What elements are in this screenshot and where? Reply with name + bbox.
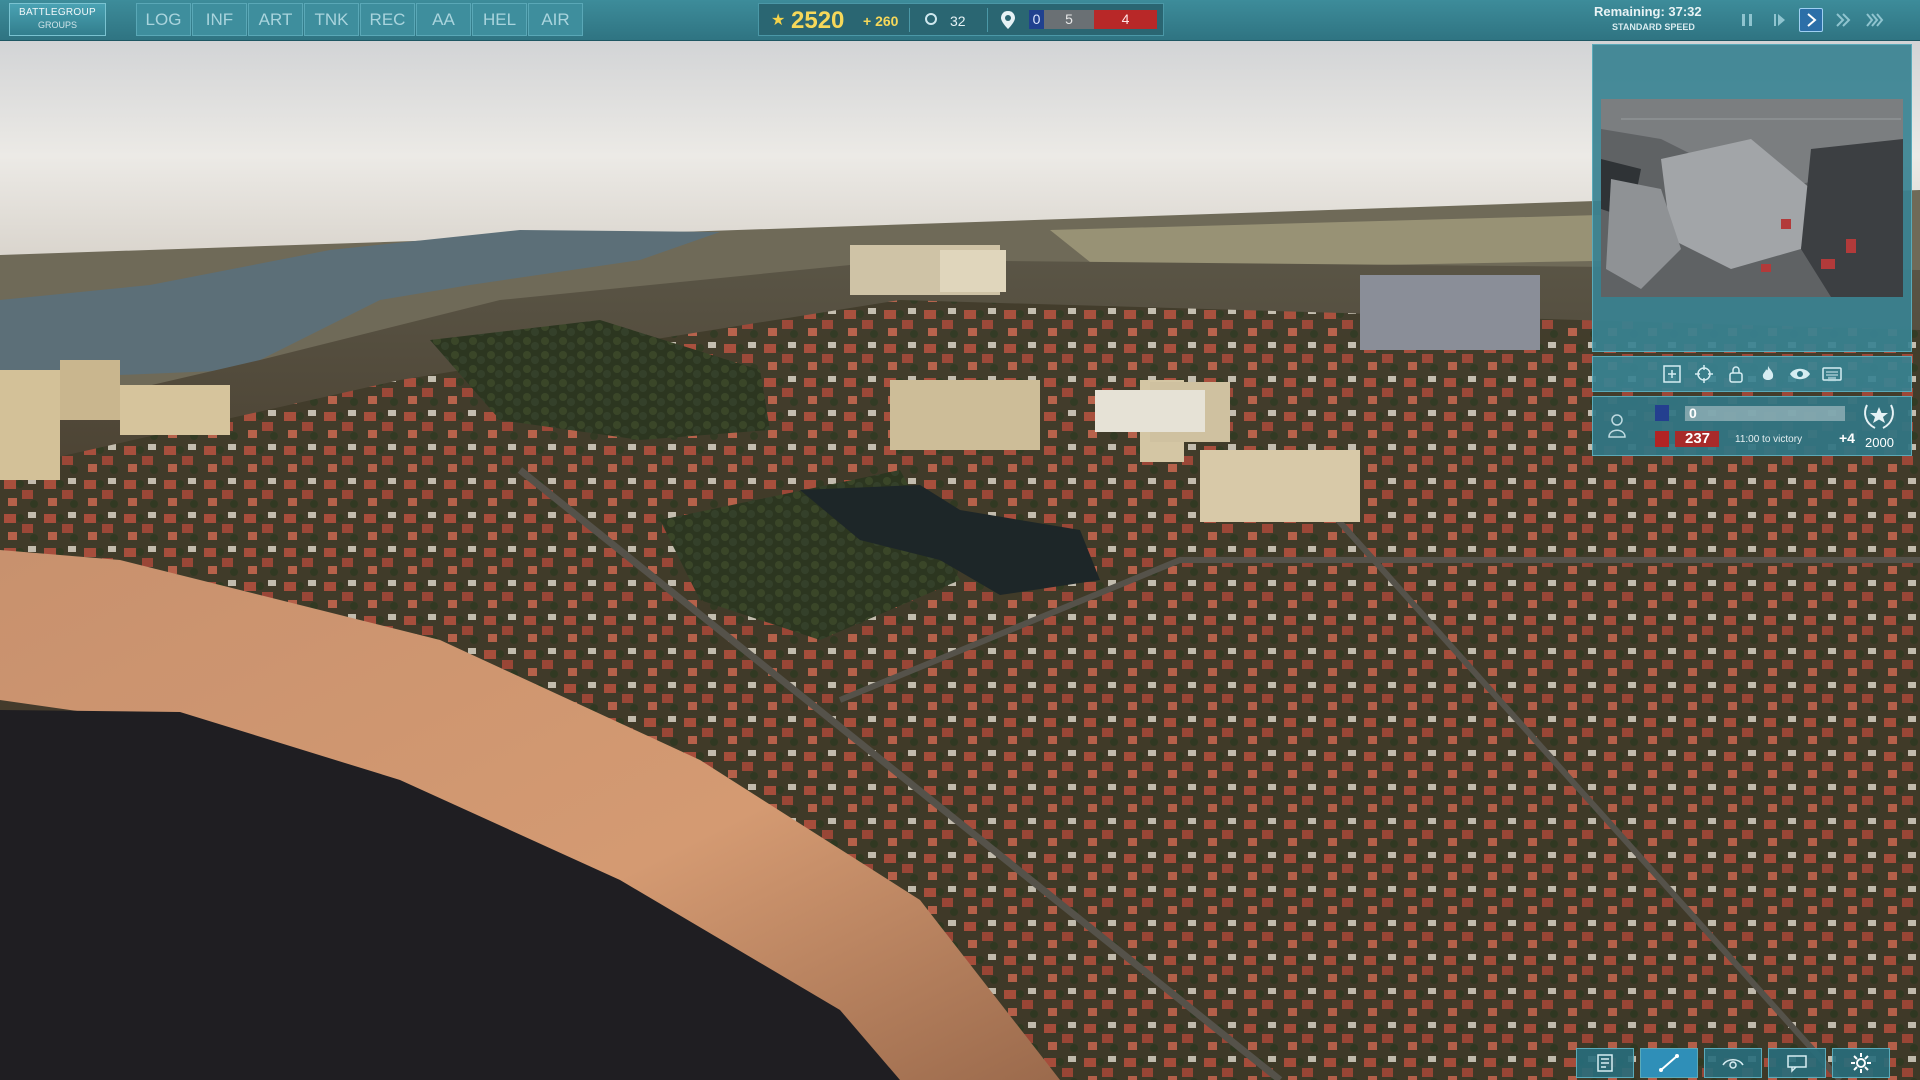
blue-victory-points: 0	[1689, 405, 1697, 421]
red-victory-points: 237	[1685, 430, 1711, 447]
command-points: 2520	[791, 7, 845, 34]
zoom-fit-icon[interactable]	[1661, 363, 1683, 385]
fast-icon[interactable]	[1831, 8, 1855, 32]
draw-line-icon[interactable]	[1640, 1048, 1698, 1078]
time-to-victory: 11:00 to victory	[1735, 434, 1803, 445]
step-icon[interactable]	[1767, 8, 1791, 32]
play-icon[interactable]	[1799, 8, 1823, 32]
timer-icon	[925, 13, 937, 25]
red-team-flag-icon	[1655, 431, 1669, 447]
victory-panel: 0 237 11:00 to victory +4 2000	[1592, 396, 1912, 456]
chat-icon[interactable]	[1768, 1048, 1826, 1078]
filter-aa[interactable]: AA	[416, 3, 471, 36]
fastest-icon[interactable]	[1863, 8, 1887, 32]
crosshair-icon[interactable]	[1693, 363, 1715, 385]
filter-hel[interactable]: HEL	[472, 3, 527, 36]
income-timer-value: 32	[950, 13, 966, 29]
blue-team-flag-icon	[1655, 405, 1669, 421]
sector-control-bar: 0 5 4	[1029, 10, 1157, 29]
fire-icon[interactable]	[1757, 363, 1779, 385]
minimap-tools	[1592, 356, 1912, 392]
blue-victory-bar	[1685, 406, 1845, 421]
eye-icon[interactable]	[1789, 363, 1811, 385]
divider	[987, 8, 988, 32]
filter-rec[interactable]: REC	[360, 3, 415, 36]
minimap-panel	[1592, 44, 1912, 352]
victory-rate: +4	[1839, 430, 1855, 446]
victory-target: 2000	[1865, 435, 1894, 450]
bottom-toolbar	[1570, 1048, 1890, 1078]
points-income: + 260	[863, 13, 899, 29]
notes-icon[interactable]	[1576, 1048, 1634, 1078]
red-sectors: 4	[1094, 10, 1157, 29]
divider	[909, 8, 910, 32]
pause-icon[interactable]	[1735, 8, 1759, 32]
filter-inf[interactable]: INF	[192, 3, 247, 36]
star-icon: ★	[771, 12, 786, 29]
keyboard-icon[interactable]	[1821, 363, 1843, 385]
game-speed-label: STANDARD SPEED	[1612, 22, 1695, 32]
filter-air[interactable]: AIR	[528, 3, 583, 36]
visibility-icon[interactable]	[1704, 1048, 1762, 1078]
groups-label: GROUPS	[37, 20, 77, 30]
blue-sectors: 0	[1029, 10, 1044, 29]
laurel-star-icon	[1864, 404, 1894, 429]
player-icon[interactable]	[1607, 411, 1627, 439]
settings-icon[interactable]	[1832, 1048, 1890, 1078]
lock-icon[interactable]	[1725, 363, 1747, 385]
resource-panel: ★ 2520 + 260 32 0 5 4	[758, 3, 1164, 36]
objective-pin-icon	[1001, 11, 1015, 29]
unit-filter-tabs: LOG INF ART TNK REC AA HEL AIR	[136, 3, 584, 36]
remaining-time: Remaining: 37:32	[1594, 4, 1702, 19]
battlegroup-groups-button[interactable]: BATTLEGROUP GROUPS	[9, 3, 106, 36]
filter-tnk[interactable]: TNK	[304, 3, 359, 36]
battlegroup-label: BATTLEGROUP	[18, 7, 97, 18]
filter-log[interactable]: LOG	[136, 3, 191, 36]
neutral-sectors: 5	[1044, 10, 1094, 29]
speed-controls	[1735, 8, 1895, 32]
top-bar: BATTLEGROUP GROUPS LOG INF ART TNK REC A…	[0, 0, 1920, 41]
minimap[interactable]	[1601, 99, 1903, 297]
filter-art[interactable]: ART	[248, 3, 303, 36]
